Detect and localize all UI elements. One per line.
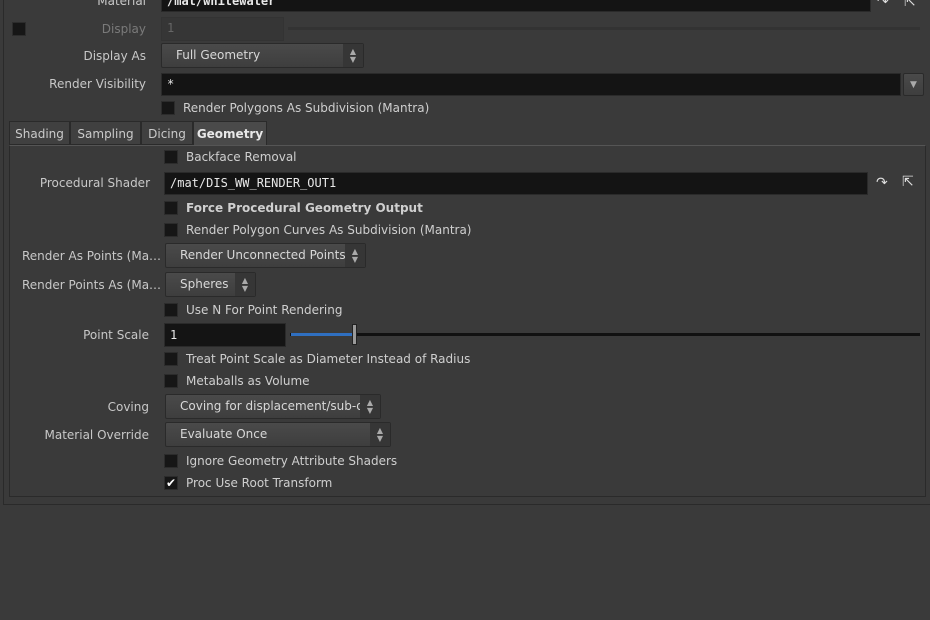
point-scale-field[interactable]: 1 (164, 323, 286, 347)
updown-icon: ▲ ▼ (360, 395, 380, 418)
point-scale-slider-fill (291, 333, 353, 336)
render-as-points-value: Render Unconnected Points (180, 248, 346, 262)
coving-label: Coving (107, 400, 149, 414)
ignore-geo-shaders-label: Ignore Geometry Attribute Shaders (186, 454, 398, 468)
display-as-menu[interactable]: Full Geometry ▲ ▼ (161, 43, 364, 68)
treat-diameter-label: Treat Point Scale as Diameter Instead of… (186, 352, 471, 366)
display-as-value: Full Geometry (176, 48, 261, 62)
render-points-as-label: Render Points As (Ma… (22, 278, 162, 292)
render-points-as-menu[interactable]: Spheres ▲ ▼ (165, 272, 256, 297)
tab-dicing[interactable]: Dicing (141, 121, 193, 145)
use-n-checkbox[interactable] (164, 303, 178, 317)
use-n-label: Use N For Point Rendering (186, 303, 343, 317)
node-chooser-icon[interactable]: ⇱ (904, 0, 916, 10)
updown-icon: ▲ ▼ (345, 244, 365, 267)
coving-value: Coving for displacement/sub-d (180, 399, 364, 413)
proc-root-label: Proc Use Root Transform (186, 476, 333, 490)
display-label: Display (101, 22, 146, 36)
force-proc-label: Force Procedural Geometry Output (186, 201, 423, 215)
tab-geometry[interactable]: Geometry (193, 121, 267, 145)
render-as-points-menu[interactable]: Render Unconnected Points ▲ ▼ (165, 243, 366, 268)
proc-shader-field[interactable]: /mat/DIS_WW_RENDER_OUT1 (164, 172, 868, 195)
point-scale-slider-track[interactable] (290, 333, 920, 336)
treat-diameter-checkbox[interactable] (164, 352, 178, 366)
updown-icon: ▲ ▼ (235, 273, 255, 296)
proc-shader-label: Procedural Shader (39, 176, 150, 190)
tab-shading[interactable]: Shading (9, 121, 70, 145)
render-poly-curves-checkbox[interactable] (164, 223, 178, 237)
proc-root-checkbox[interactable]: ✔ (164, 476, 178, 490)
material-override-value: Evaluate Once (180, 427, 268, 441)
jump-to-icon[interactable]: ↷ (877, 0, 889, 10)
render-visibility-label: Render Visibility (49, 77, 146, 91)
render-visibility-dropdown[interactable]: ▼ (903, 73, 924, 96)
updown-icon: ▲ ▼ (343, 44, 363, 67)
material-override-menu[interactable]: Evaluate Once ▲ ▼ (165, 422, 391, 447)
backface-checkbox[interactable] (164, 150, 178, 164)
display-field[interactable]: 1 (161, 17, 284, 41)
metaballs-label: Metaballs as Volume (186, 374, 310, 388)
geometry-panel (9, 145, 926, 497)
render-points-as-value: Spheres (180, 277, 229, 291)
display-slider[interactable] (288, 27, 920, 30)
bottom-border (3, 504, 930, 505)
jump-to-icon[interactable]: ↷ (876, 175, 888, 191)
force-proc-checkbox[interactable] (164, 201, 178, 215)
coving-menu[interactable]: Coving for displacement/sub-d ▲ ▼ (165, 394, 381, 419)
point-scale-slider-handle[interactable] (352, 324, 357, 345)
display-checkbox[interactable] (12, 22, 26, 36)
point-scale-label: Point Scale (83, 328, 149, 342)
left-border (3, 0, 4, 505)
material-field[interactable]: /mat/whitewater (161, 0, 871, 12)
material-label: Material (97, 0, 146, 8)
updown-icon: ▲ ▼ (370, 423, 390, 446)
backface-label: Backface Removal (186, 150, 297, 164)
ignore-geo-shaders-checkbox[interactable] (164, 454, 178, 468)
render-as-points-label: Render As Points (Ma… (22, 249, 162, 263)
render-visibility-field[interactable]: * (161, 73, 901, 96)
tab-sampling[interactable]: Sampling (70, 121, 141, 145)
render-poly-curves-label: Render Polygon Curves As Subdivision (Ma… (186, 223, 472, 237)
render-polys-subdiv-label: Render Polygons As Subdivision (Mantra) (183, 101, 430, 115)
material-override-label: Material Override (44, 428, 149, 442)
display-as-label: Display As (83, 49, 146, 63)
node-chooser-icon[interactable]: ⇱ (902, 174, 914, 190)
render-polys-subdiv-checkbox[interactable] (161, 101, 175, 115)
metaballs-checkbox[interactable] (164, 374, 178, 388)
check-icon: ✔ (165, 476, 177, 490)
